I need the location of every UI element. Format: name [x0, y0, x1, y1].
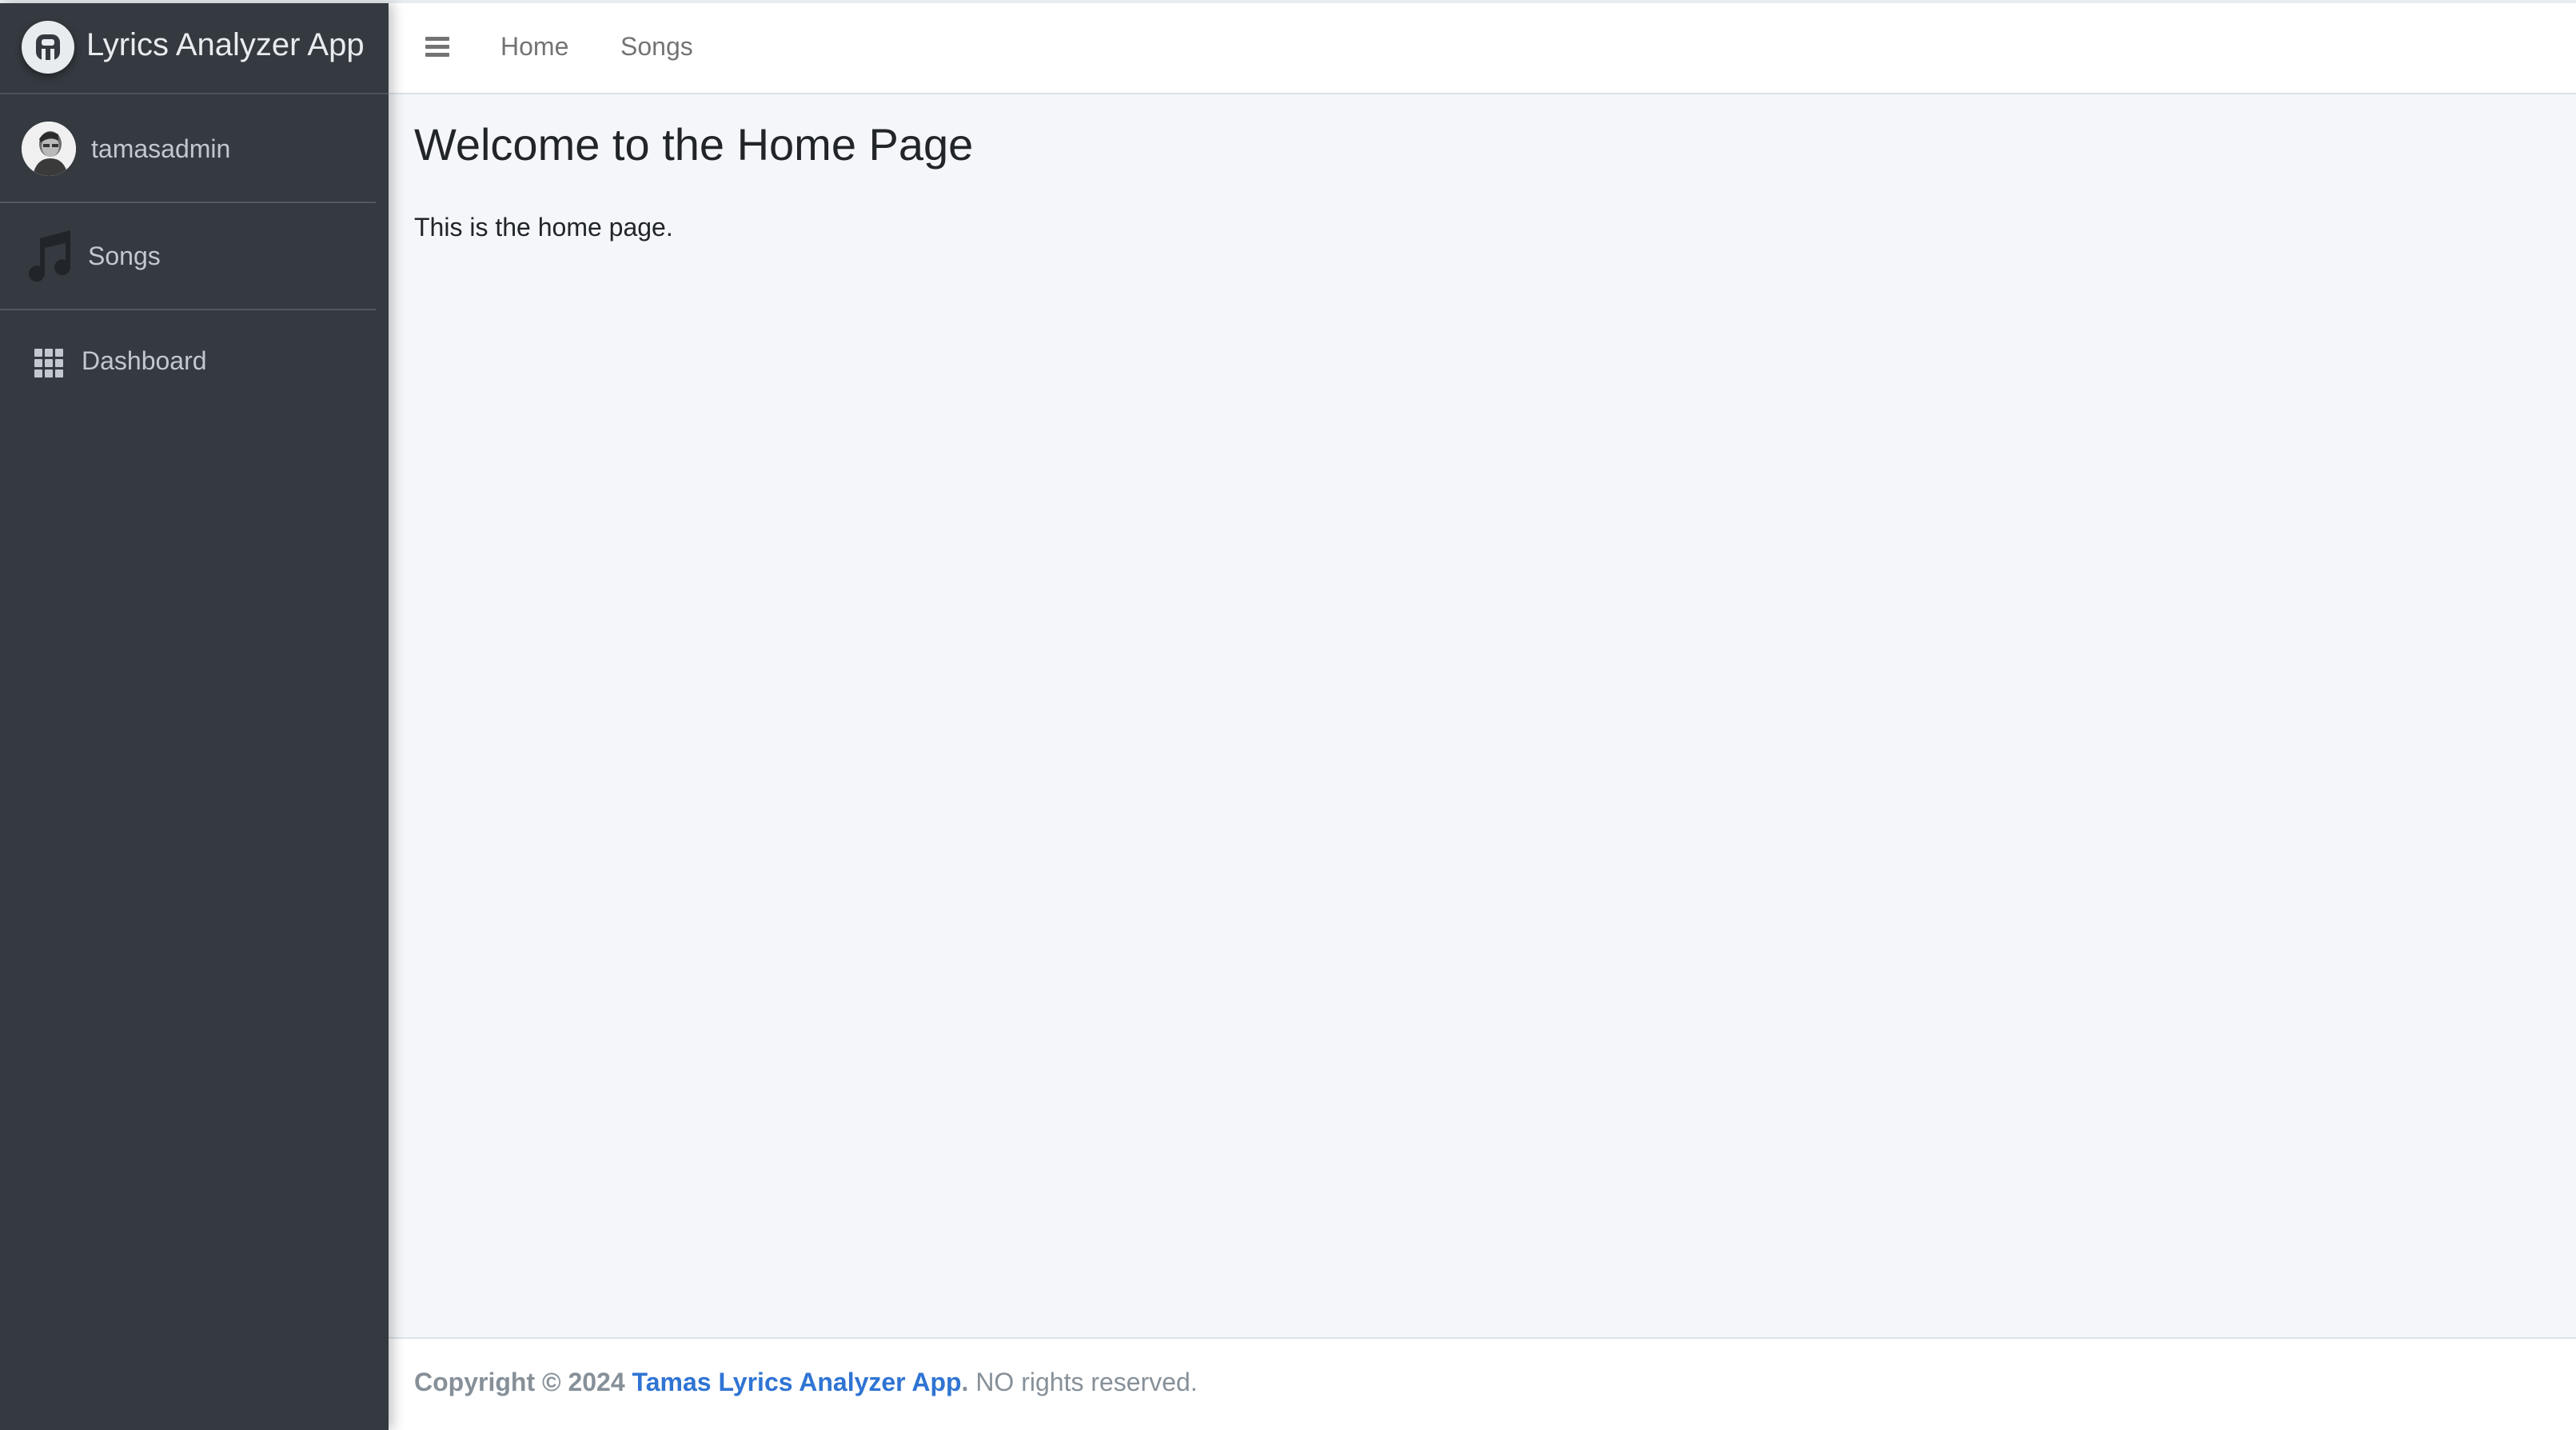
- brand-link[interactable]: Lyrics Analyzer App: [0, 3, 389, 94]
- top-navbar: Home Songs: [389, 3, 2576, 94]
- main-content: Welcome to the Home Page This is the hom…: [389, 94, 2576, 1337]
- sidebar: Lyrics Analyzer App tamasadmin Songs Das…: [0, 3, 389, 1430]
- brand-logo-icon: [22, 21, 74, 74]
- footer-rights-text: NO rights reserved.: [968, 1368, 1198, 1396]
- nav-link-home[interactable]: Home: [500, 32, 568, 62]
- grid-icon: [34, 349, 63, 377]
- user-panel[interactable]: tamasadmin: [0, 98, 376, 203]
- music-note-icon: [21, 227, 77, 285]
- avatar: [22, 122, 76, 176]
- footer-copyright-prefix: Copyright © 2024: [414, 1368, 632, 1396]
- sidebar-item-label: Dashboard: [82, 346, 207, 375]
- hamburger-icon[interactable]: [425, 35, 451, 59]
- app-root: Lyrics Analyzer App tamasadmin Songs Das…: [0, 0, 2576, 1430]
- sidebar-songs-panel[interactable]: Songs: [0, 205, 376, 310]
- user-name[interactable]: tamasadmin: [91, 134, 230, 164]
- sidebar-songs-label: Songs: [88, 242, 161, 270]
- nav-link-songs[interactable]: Songs: [620, 32, 693, 62]
- page-title: Welcome to the Home Page: [414, 119, 974, 170]
- footer-copyright: Copyright © 2024 Tamas Lyrics Analyzer A…: [414, 1368, 1198, 1397]
- page-body-text: This is the home page.: [414, 213, 673, 242]
- sidebar-item-dashboard[interactable]: Dashboard: [13, 330, 376, 393]
- brand-title: Lyrics Analyzer App: [86, 27, 365, 62]
- footer: Copyright © 2024 Tamas Lyrics Analyzer A…: [389, 1337, 2576, 1430]
- footer-app-link[interactable]: Tamas Lyrics Analyzer App: [632, 1368, 962, 1396]
